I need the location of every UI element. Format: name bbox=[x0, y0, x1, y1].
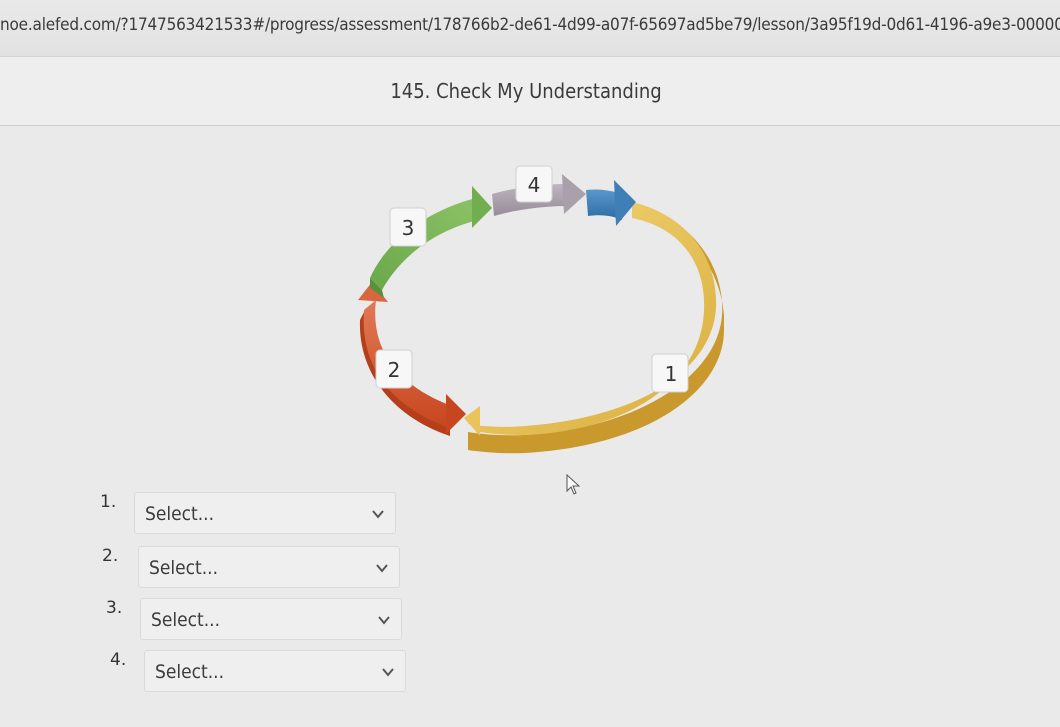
select-placeholder: Select... bbox=[149, 557, 219, 579]
question-number: 1. bbox=[100, 492, 117, 512]
chevron-down-icon bbox=[378, 616, 390, 625]
select-placeholder: Select... bbox=[145, 503, 215, 525]
answer-select-2[interactable]: Select... bbox=[138, 546, 400, 588]
svg-text:1: 1 bbox=[665, 362, 678, 386]
svg-text:4: 4 bbox=[528, 173, 541, 197]
answer-select-3[interactable]: Select... bbox=[140, 598, 402, 640]
cycle-step-1-arrow bbox=[464, 202, 724, 454]
cycle-step-label-3: 3 bbox=[389, 207, 427, 247]
cycle-diagram: 4 3 2 1 bbox=[358, 165, 724, 454]
question-number: 4. bbox=[110, 650, 127, 670]
select-placeholder: Select... bbox=[151, 609, 221, 631]
browser-address-bar[interactable]: noe.alefed.com/?1747563421533#/progress/… bbox=[0, 0, 1060, 57]
chevron-down-icon bbox=[372, 510, 384, 519]
chevron-down-icon bbox=[376, 564, 388, 573]
svg-text:3: 3 bbox=[402, 216, 415, 240]
question-row-4: 4. Select... bbox=[110, 650, 410, 694]
question-number: 2. bbox=[102, 546, 119, 566]
url-text[interactable]: noe.alefed.com/?1747563421533#/progress/… bbox=[0, 15, 1060, 35]
question-number: 3. bbox=[106, 598, 123, 618]
chevron-down-icon bbox=[382, 668, 394, 677]
select-placeholder: Select... bbox=[155, 661, 225, 683]
cycle-step-3-arrow bbox=[370, 186, 492, 298]
cycle-step-5-arrow bbox=[586, 180, 636, 226]
answer-select-4[interactable]: Select... bbox=[144, 650, 406, 692]
answer-select-1[interactable]: Select... bbox=[134, 492, 396, 534]
cycle-step-label-2: 2 bbox=[375, 349, 413, 389]
cycle-step-label-1: 1 bbox=[651, 353, 689, 393]
mouse-pointer-icon bbox=[566, 474, 581, 495]
page-title: 145. Check My Understanding bbox=[390, 79, 662, 103]
svg-text:2: 2 bbox=[388, 358, 401, 382]
question-row-1: 1. Select... bbox=[100, 492, 400, 536]
cycle-step-label-4: 4 bbox=[515, 165, 553, 203]
question-row-2: 2. Select... bbox=[102, 546, 402, 590]
question-row-3: 3. Select... bbox=[106, 598, 406, 642]
lesson-header: 145. Check My Understanding bbox=[0, 57, 1060, 126]
